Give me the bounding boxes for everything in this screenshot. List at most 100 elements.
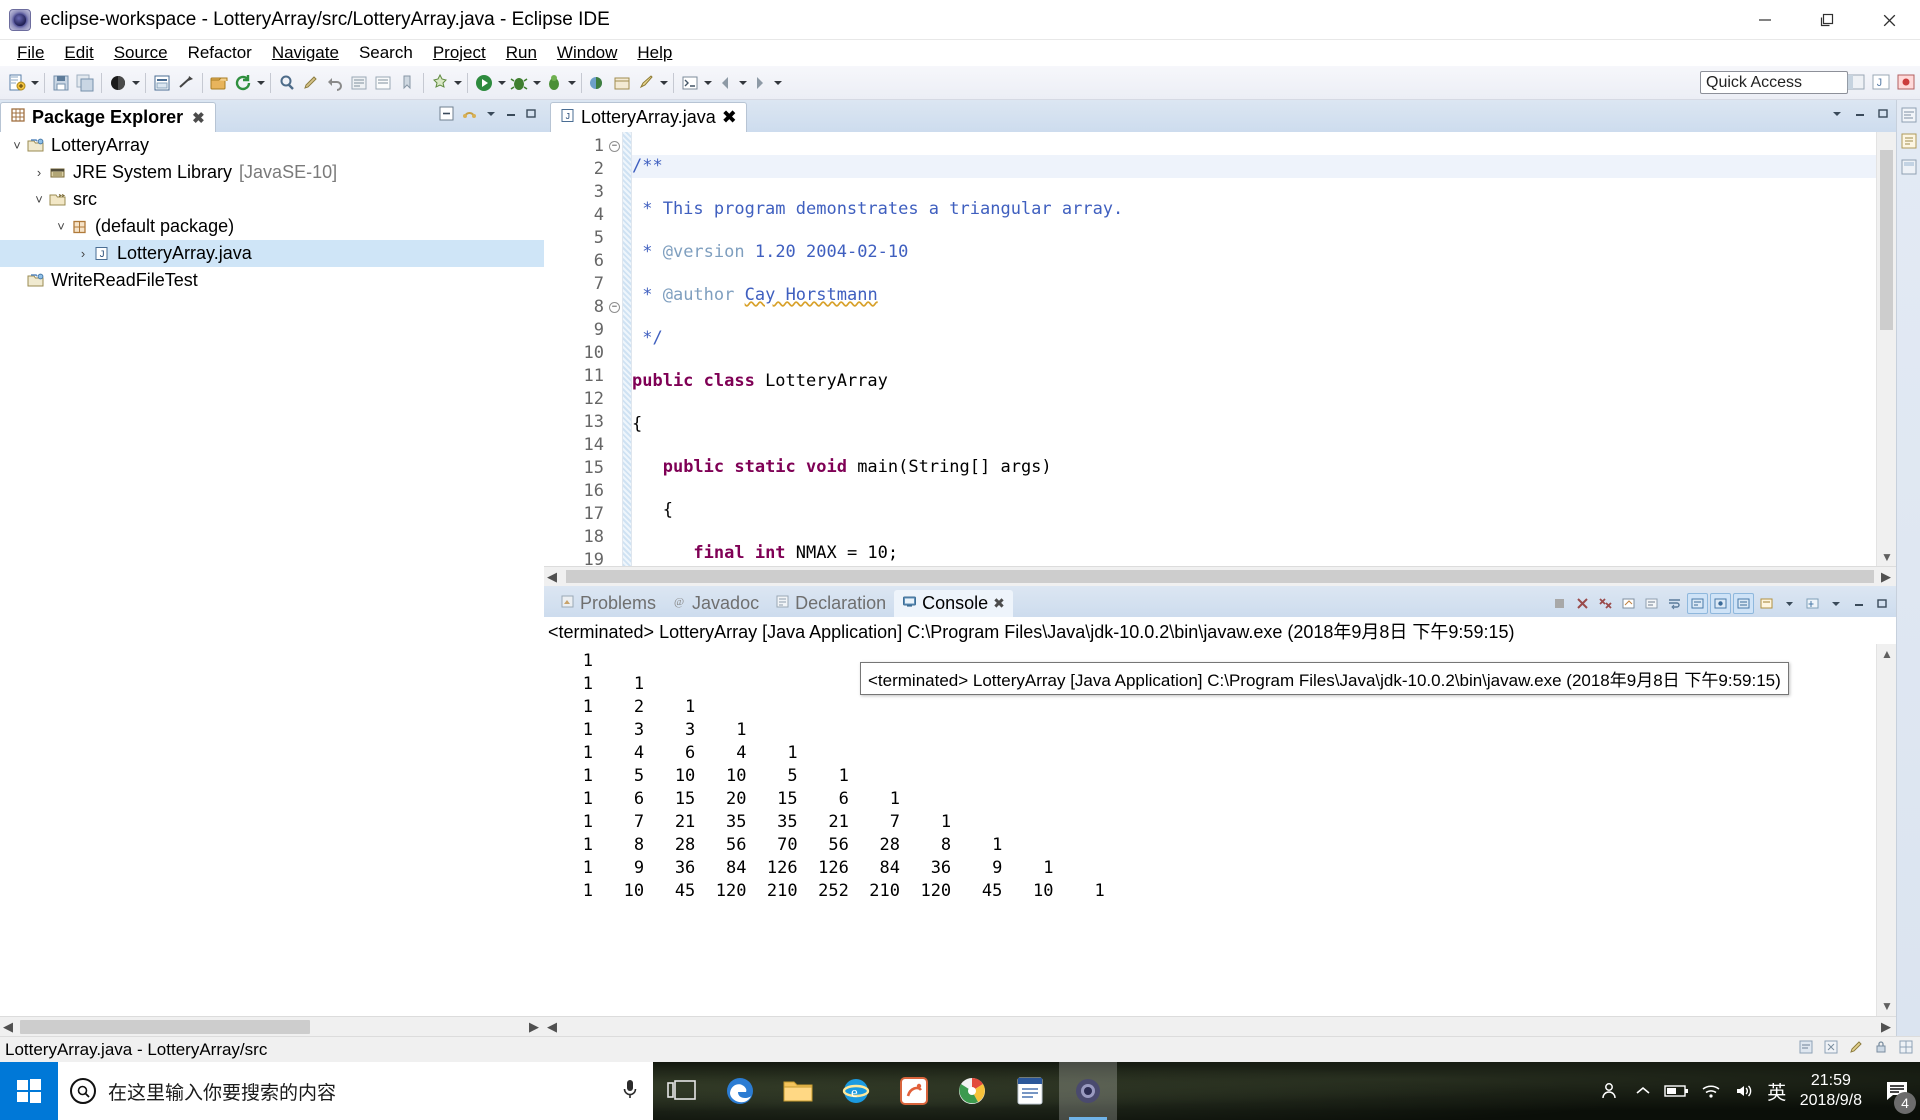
chevron-right-icon[interactable]: › <box>30 165 48 180</box>
collapse-all-icon[interactable] <box>438 105 455 127</box>
word-wrap-icon[interactable] <box>1664 593 1685 614</box>
menu-navigate[interactable]: Navigate <box>263 41 348 65</box>
lock-icon[interactable] <box>1873 1039 1889 1060</box>
menu-refactor[interactable]: Refactor <box>179 41 261 65</box>
scroll-left-arrow-icon[interactable]: ◀ <box>544 568 560 586</box>
terminal-dropdown-icon[interactable] <box>702 72 713 94</box>
tree-item-jre-system-library[interactable]: › JRE System Library [JavaSE-10] <box>0 159 544 186</box>
people-icon[interactable] <box>1592 1062 1626 1120</box>
writable-icon[interactable] <box>1798 1039 1814 1060</box>
tree-item-write-read-file-test[interactable]: WriteReadFileTest <box>0 267 544 294</box>
microsoft-edge-icon[interactable] <box>711 1062 769 1120</box>
show-hidden-icons-icon[interactable] <box>1626 1062 1660 1120</box>
package-explorer-tree[interactable]: ˅ LotteryArray › JRE System Library [Jav… <box>0 132 544 1016</box>
minimize-view-icon[interactable] <box>1853 106 1867 127</box>
editor-horizontal-scrollbar[interactable]: ◀ ▶ <box>544 566 1896 586</box>
coverage-dropdown-icon[interactable] <box>566 72 577 94</box>
minimize-view-icon[interactable] <box>504 105 518 127</box>
microphone-icon[interactable] <box>619 1077 641 1106</box>
forward-dropdown-icon[interactable] <box>772 72 783 94</box>
link-icon[interactable] <box>175 72 197 94</box>
skip-breakpoints-dropdown-icon[interactable] <box>658 72 669 94</box>
smart-insert-icon[interactable] <box>1823 1039 1839 1060</box>
maximize-button[interactable] <box>1796 0 1858 40</box>
scroll-right-arrow-icon[interactable]: ▶ <box>526 1018 542 1036</box>
scrollbar-thumb[interactable] <box>20 1019 310 1034</box>
pencil-icon[interactable] <box>300 72 322 94</box>
battery-icon[interactable] <box>1660 1062 1694 1120</box>
tab-problems[interactable]: Problems <box>552 590 664 617</box>
new-window-icon[interactable] <box>611 72 633 94</box>
print-icon[interactable] <box>107 72 129 94</box>
chevron-down-icon[interactable]: ˅ <box>52 219 70 234</box>
editor-vertical-scrollbar[interactable]: ▼ <box>1876 132 1896 566</box>
refresh-dropdown-icon[interactable] <box>255 72 266 94</box>
open-perspective-icon[interactable] <box>587 72 609 94</box>
chevron-right-icon[interactable]: › <box>74 246 92 261</box>
save-icon[interactable] <box>50 72 72 94</box>
menu-run[interactable]: Run <box>497 41 546 65</box>
fold-collapse-icon[interactable]: − <box>609 141 620 152</box>
console-vertical-scrollbar[interactable]: ▲ ▼ <box>1876 644 1896 1016</box>
action-center-icon[interactable]: 4 <box>1874 1062 1920 1120</box>
close-icon[interactable]: ✖ <box>722 107 737 128</box>
media-player-icon[interactable] <box>943 1062 1001 1120</box>
view-menu-icon[interactable] <box>1825 593 1846 614</box>
new-console-view-icon[interactable] <box>1802 593 1823 614</box>
open-type-icon[interactable] <box>208 72 230 94</box>
fold-collapse-icon[interactable]: − <box>609 302 620 313</box>
console-horizontal-scrollbar[interactable]: ◀ ▶ <box>544 1016 1896 1036</box>
chevron-down-icon[interactable]: ˅ <box>8 138 26 153</box>
chevron-down-icon[interactable]: ˅ <box>30 192 48 207</box>
search-input[interactable]: 在这里输入你要搜索的内容 <box>58 1062 653 1120</box>
close-icon[interactable]: ✖ <box>192 109 205 127</box>
java-perspective-icon[interactable]: J <box>1869 70 1891 94</box>
scroll-up-arrow-icon[interactable]: ▲ <box>1881 647 1893 661</box>
close-icon[interactable]: ✖ <box>993 595 1005 612</box>
menu-edit[interactable]: Edit <box>55 41 102 65</box>
templates-view-icon[interactable] <box>1900 158 1918 176</box>
editor-source-code[interactable]: /** * This program demonstrates a triang… <box>632 132 1876 566</box>
scroll-left-arrow-icon[interactable]: ◀ <box>0 1018 16 1036</box>
grid-icon[interactable] <box>1898 1039 1914 1060</box>
scroll-left-arrow-icon[interactable]: ◀ <box>544 1018 560 1036</box>
external-tools-dropdown-icon[interactable] <box>452 72 463 94</box>
marker-icon[interactable] <box>396 72 418 94</box>
menu-search[interactable]: Search <box>350 41 422 65</box>
search-icon[interactable] <box>276 72 298 94</box>
menu-source[interactable]: Source <box>105 41 177 65</box>
tab-package-explorer[interactable]: Package Explorer ✖ <box>0 102 216 132</box>
link-with-editor-icon[interactable] <box>461 105 478 127</box>
tab-javadoc[interactable]: @ Javadoc <box>664 590 767 617</box>
maximize-view-icon[interactable] <box>524 105 538 127</box>
remove-all-launches-icon[interactable] <box>1595 593 1616 614</box>
run-dropdown-icon[interactable] <box>496 72 507 94</box>
new-java-project-icon[interactable] <box>151 72 173 94</box>
task-list-icon[interactable] <box>1900 132 1918 150</box>
scrollbar-thumb[interactable] <box>1880 150 1893 330</box>
prev-annotation-icon[interactable] <box>372 72 394 94</box>
sogou-input-icon[interactable] <box>885 1062 943 1120</box>
menu-help[interactable]: Help <box>628 41 681 65</box>
debug-icon[interactable] <box>508 72 530 94</box>
show-console-on-output-icon[interactable] <box>1687 593 1708 614</box>
tree-item-lottery-array[interactable]: ˅ LotteryArray <box>0 132 544 159</box>
volume-icon[interactable] <box>1728 1062 1762 1120</box>
scroll-right-arrow-icon[interactable]: ▶ <box>1878 568 1894 586</box>
next-annotation-icon[interactable] <box>348 72 370 94</box>
editor-marker-ruler[interactable] <box>544 132 564 566</box>
file-explorer-icon[interactable] <box>769 1062 827 1120</box>
outline-view-icon[interactable] <box>1900 106 1918 124</box>
undo-icon[interactable] <box>324 72 346 94</box>
minimize-button[interactable] <box>1734 0 1796 40</box>
coverage-icon[interactable] <box>543 72 565 94</box>
view-menu-icon[interactable] <box>1830 106 1844 127</box>
run-icon[interactable] <box>473 72 495 94</box>
back-dropdown-icon[interactable] <box>737 72 748 94</box>
taskbar-clock[interactable]: 21:59 2018/9/8 <box>1792 1071 1874 1111</box>
tab-console[interactable]: Console ✖ <box>894 590 1013 617</box>
pin-console-icon[interactable] <box>1710 593 1731 614</box>
remove-launch-icon[interactable] <box>1572 593 1593 614</box>
view-menu-icon[interactable] <box>484 105 498 127</box>
menu-window[interactable]: Window <box>548 41 626 65</box>
